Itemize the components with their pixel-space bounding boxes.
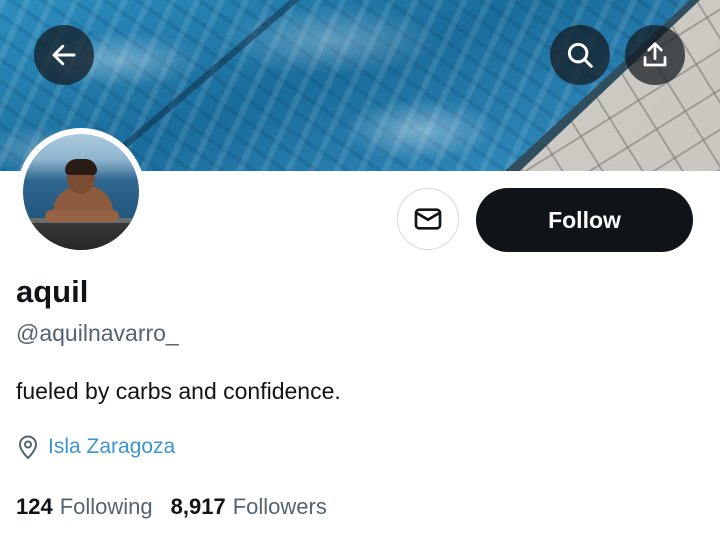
share-upload-icon <box>643 42 667 67</box>
avatar-frame[interactable] <box>17 128 145 256</box>
location-link[interactable]: Isla Zaragoza <box>48 435 175 459</box>
search-icon <box>567 42 593 68</box>
back-button[interactable] <box>34 25 94 85</box>
followers-count: 8,917 <box>170 494 226 519</box>
avatar-wall <box>23 218 139 250</box>
avatar-hair <box>65 159 97 175</box>
message-button[interactable] <box>397 188 459 250</box>
following-label: Following <box>59 494 153 519</box>
avatar[interactable] <box>23 134 139 250</box>
arrow-left-icon <box>52 44 76 66</box>
following-count: 124 <box>16 494 53 519</box>
bio-text: fueled by carbs and confidence. <box>16 378 341 404</box>
envelope-icon <box>414 208 442 230</box>
search-button[interactable] <box>550 25 610 85</box>
followers-label: Followers <box>232 494 327 519</box>
user-handle: @aquilnavarro_ <box>16 320 179 346</box>
avatar-arms <box>45 210 119 222</box>
following-stat[interactable]: 124 Following <box>16 494 153 520</box>
location-row: Isla Zaragoza <box>16 434 175 460</box>
share-button[interactable] <box>625 25 685 85</box>
follow-button[interactable]: Follow <box>476 188 693 252</box>
follow-stats: 124 Following 8,917 Followers <box>16 494 345 520</box>
display-name: aquil <box>16 274 89 309</box>
location-pin-icon <box>18 435 38 460</box>
followers-stat[interactable]: 8,917 Followers <box>171 494 327 520</box>
